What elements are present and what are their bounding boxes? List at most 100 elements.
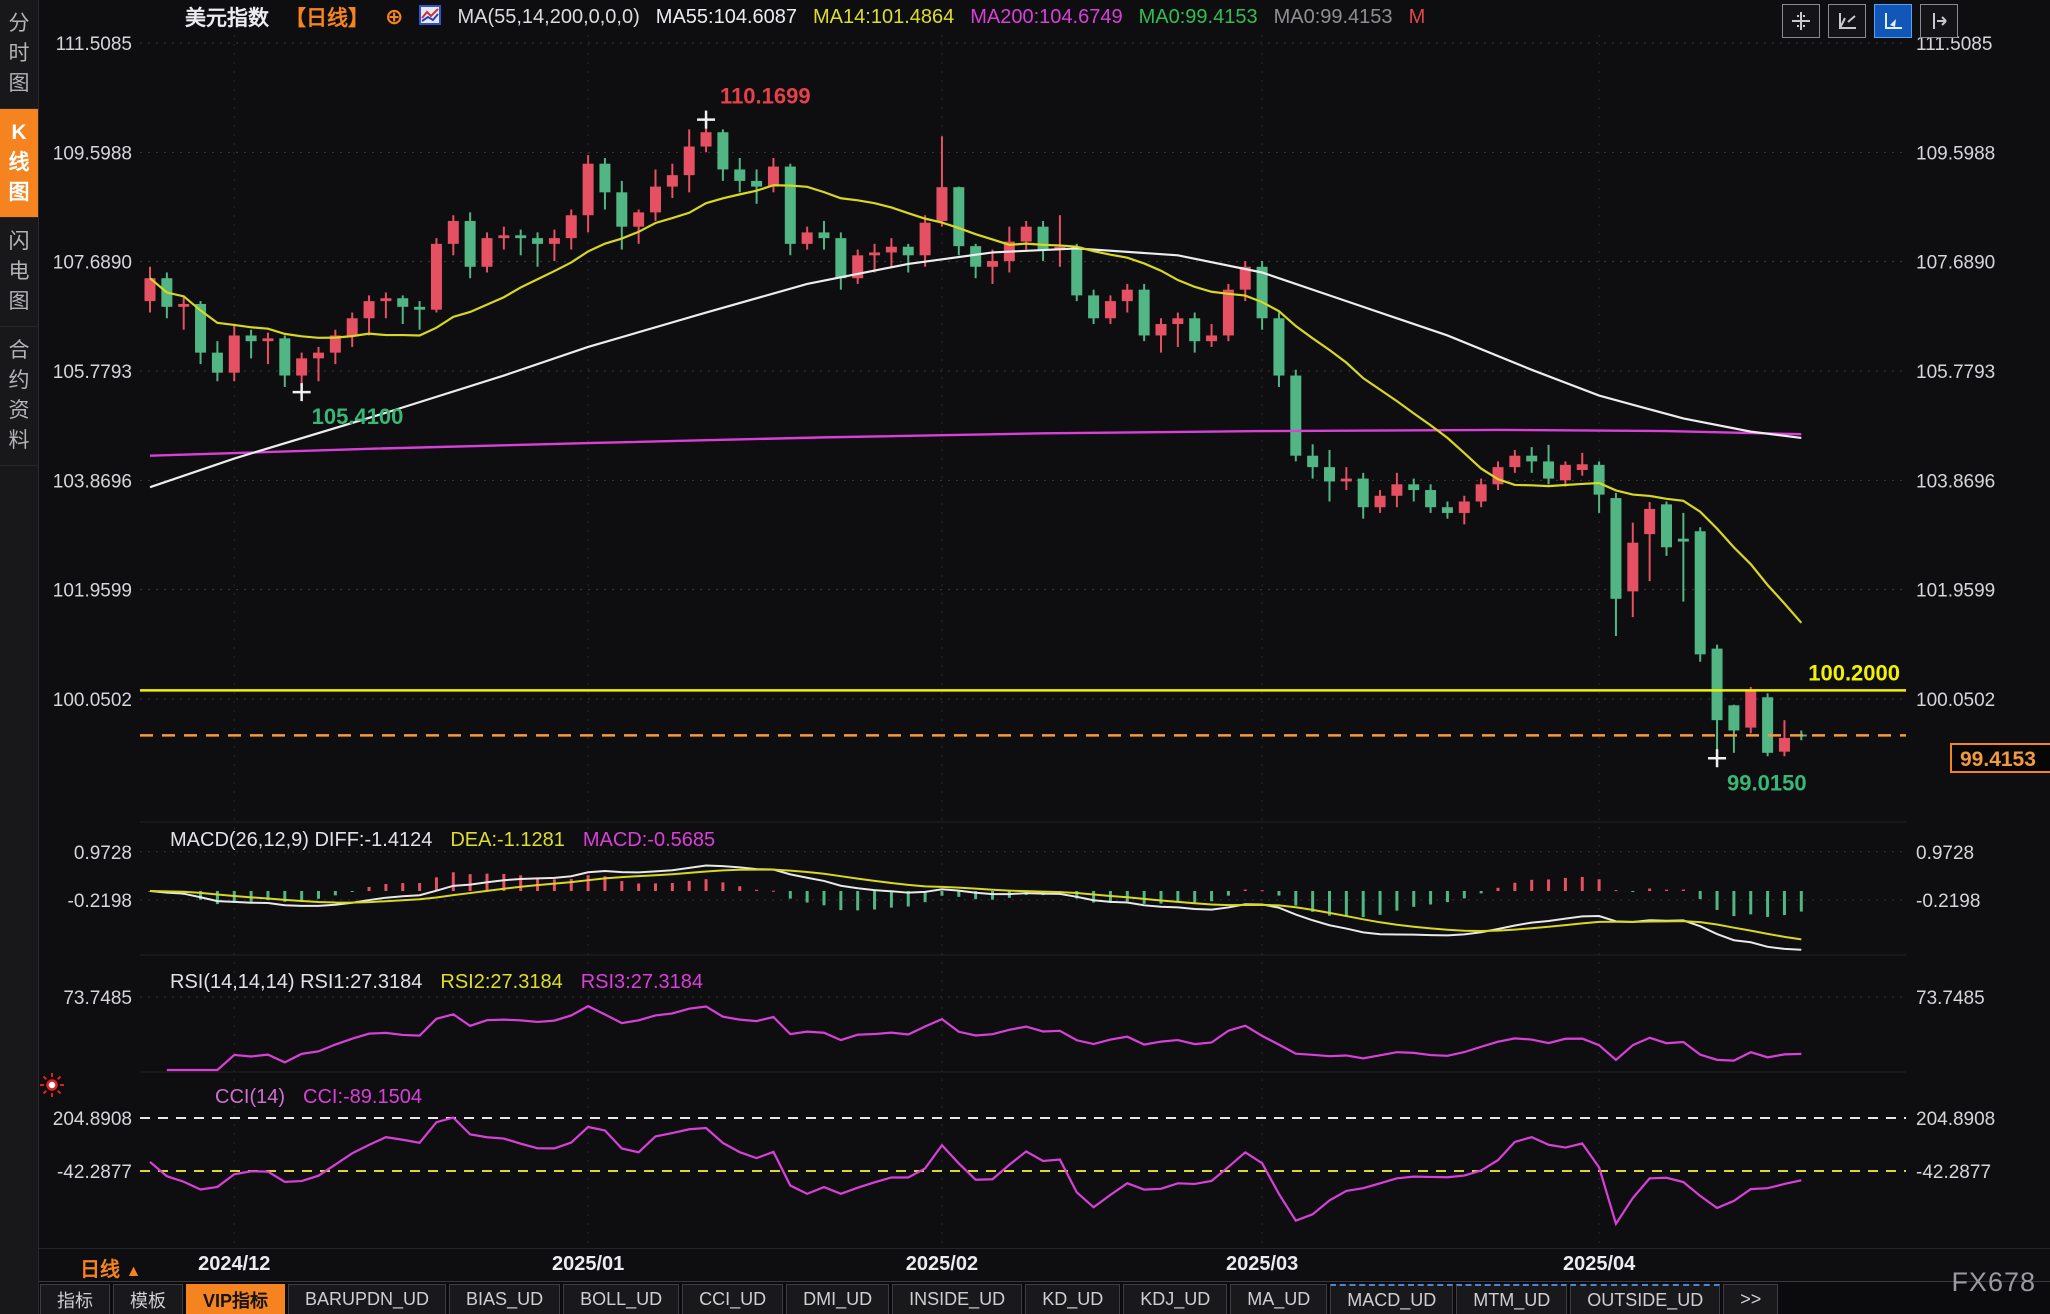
candle-body [1678,539,1689,542]
tab-KDJ_UD[interactable]: KDJ_UD [1123,1284,1227,1314]
tab-BIAS_UD[interactable]: BIAS_UD [449,1284,560,1314]
axis-tool-button[interactable] [1828,4,1866,38]
period-tag[interactable]: 【日线】 [285,2,369,32]
tab->>[interactable]: >> [1723,1284,1778,1314]
period-selector[interactable]: 日线 ▲ [80,1253,141,1282]
candle [1762,693,1773,756]
candle-body [296,358,307,375]
tab-OUTSIDE_UD[interactable]: OUTSIDE_UD [1570,1284,1720,1314]
macd-bar [957,891,960,897]
candle [953,187,964,256]
sidebar-item-分时图[interactable]: 分 时 图 [0,0,38,109]
candle-body [212,353,223,373]
mini-chart-icon[interactable] [419,5,441,30]
candle-body [1172,318,1183,324]
macd-bar [1716,891,1719,910]
candle [1324,450,1335,502]
candle [785,164,796,256]
candle-body [819,232,830,238]
y-axis-label: 101.9599 [1916,581,1995,602]
y-axis-label: 107.6890 [53,253,132,274]
price-annotation: 99.0150 [1708,749,1807,795]
x-axis-label: 2024/12 [198,1253,270,1276]
add-indicator-icon[interactable]: ⊕ [385,4,403,30]
candle [515,230,526,256]
candle-body [1560,465,1571,480]
y-axis-label: 100.0502 [1916,690,1995,711]
candle [599,158,610,210]
tab-BARUPDN_UD[interactable]: BARUPDN_UD [288,1284,446,1314]
candle [650,169,661,221]
candle [1375,490,1386,513]
candle [262,333,273,364]
sidebar-item-合约资料[interactable]: 合 约 资 料 [0,327,38,466]
sidebar-item-K线图[interactable]: K 线 图 [0,109,38,218]
y-axis-label: 204.8908 [1916,1109,1995,1130]
candle-body [1627,543,1638,592]
candle [330,330,341,364]
macd-bar [1362,891,1365,917]
candle-body [347,318,358,335]
tab-模板[interactable]: 模板 [113,1284,183,1314]
candle [1745,687,1756,733]
candle [364,295,375,335]
macd-bar [1160,891,1163,904]
legend-item: MA200:104.6749 [970,6,1122,29]
move-tool-button[interactable] [1782,4,1820,38]
macd-bar [1463,891,1466,898]
candle-body [1206,335,1217,341]
tab-INSIDE_UD[interactable]: INSIDE_UD [892,1284,1022,1314]
y-axis-label: 103.8696 [53,471,132,492]
price-annotation: 110.1699 [697,84,811,129]
tab-MA_UD[interactable]: MA_UD [1230,1284,1327,1314]
tab-VIP指标[interactable]: VIP指标 [186,1284,285,1314]
macd-bar [654,883,657,891]
annotation-label: 105.4100 [312,404,404,429]
macd-bar [823,891,826,905]
candle [212,341,223,381]
candle [819,221,830,250]
y-axis-label: 0.9728 [74,843,132,864]
macd-bar [1294,891,1297,906]
chart-application: 分 时 图K 线 图闪 电 图合 约 资 料 美元指数 【日线】 ⊕ MA(55… [0,0,2050,1314]
gridlines [140,35,1906,1245]
macd-bar [418,883,421,891]
candle [1627,523,1638,617]
candle [1156,318,1167,352]
candle [1038,221,1049,261]
macd-bar [1480,891,1483,893]
indicator-tabbar: 指标模板VIP指标BARUPDN_UDBIAS_UDBOLL_UDCCI_UDD… [38,1281,2050,1314]
tab-MTM_UD[interactable]: MTM_UD [1456,1284,1567,1314]
candle [1712,645,1723,759]
rsi-line [167,1006,1801,1070]
x-axis-label: 2025/02 [906,1253,978,1276]
x-axis-label: 2025/01 [552,1253,624,1276]
y-axis-label: 109.5988 [1916,143,1995,164]
ma-legend: MA(55,14,200,0,0,0)MA55:104.6087MA14:101… [457,6,1425,29]
axis-play-tool-button[interactable] [1874,4,1912,38]
tab-KD_UD[interactable]: KD_UD [1025,1284,1120,1314]
candle [1172,313,1183,347]
candle-body [397,298,408,307]
candle [1509,450,1520,473]
tab-DMI_UD[interactable]: DMI_UD [786,1284,889,1314]
legend-item: MA55:104.6087 [656,6,797,29]
axis-exit-tool-button[interactable] [1920,4,1958,38]
macd-bar [1732,891,1735,916]
macd-bar [688,881,691,891]
macd-bar [620,881,623,891]
tab-指标[interactable]: 指标 [40,1284,110,1314]
macd-bar [1564,878,1567,891]
candle [903,244,914,273]
candle [1408,479,1419,502]
candle-body [1610,498,1621,599]
tab-BOLL_UD[interactable]: BOLL_UD [563,1284,679,1314]
candle [1358,473,1369,519]
tab-MACD_UD[interactable]: MACD_UD [1330,1284,1453,1314]
macd-bar [940,891,943,896]
candle [1476,479,1487,508]
candle-body [1526,456,1537,462]
sidebar-item-闪电图[interactable]: 闪 电 图 [0,218,38,327]
tab-CCI_UD[interactable]: CCI_UD [682,1284,783,1314]
candle [920,215,931,267]
